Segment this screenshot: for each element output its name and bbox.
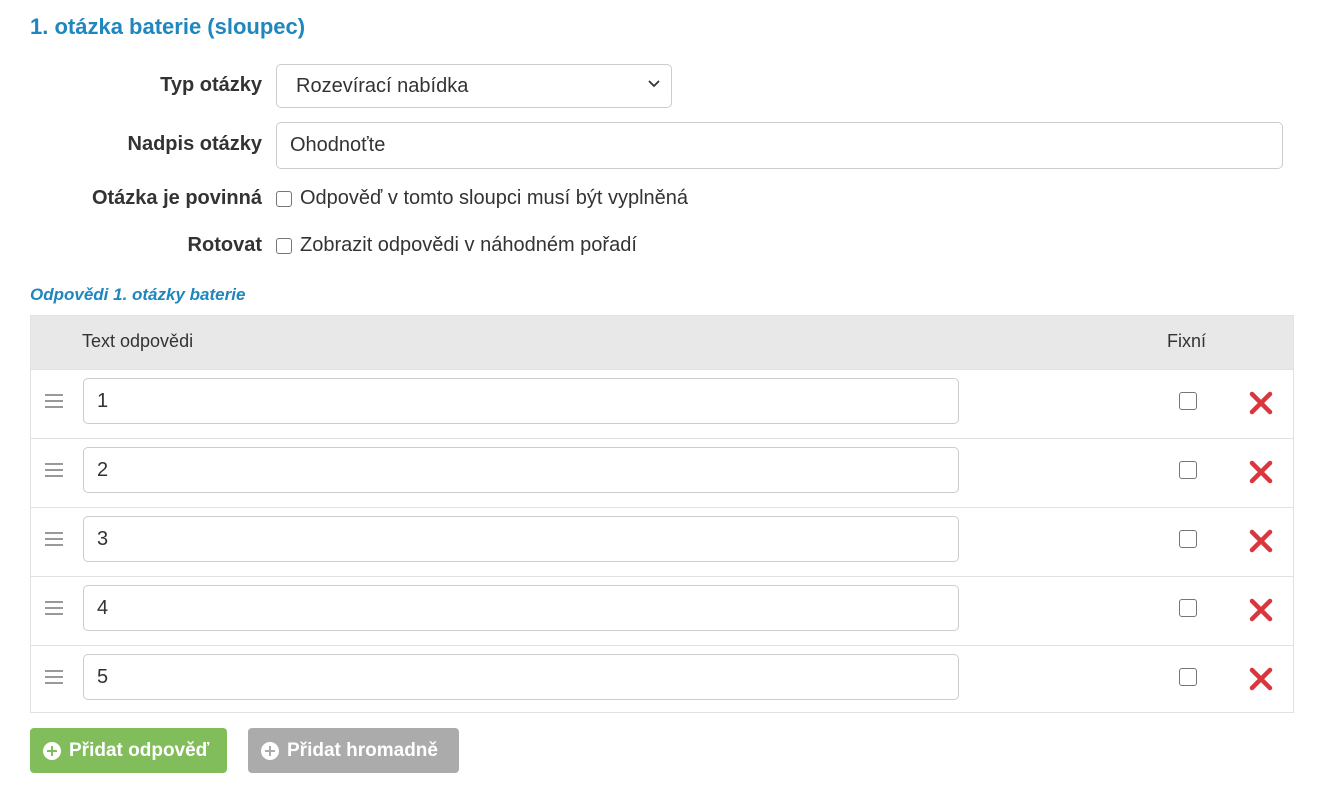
- rotate-option[interactable]: Zobrazit odpovědi v náhodném pořadí: [276, 234, 637, 257]
- answers-table: Text odpovědi Fixní 1 2 3 4 5: [30, 315, 1294, 713]
- rotate-label: Rotovat: [187, 234, 262, 256]
- answer-input[interactable]: 2: [83, 447, 959, 493]
- fixed-checkbox[interactable]: [1179, 599, 1197, 617]
- answer-input[interactable]: 1: [83, 378, 959, 424]
- question-caption-input[interactable]: Ohodnoťte: [276, 122, 1283, 169]
- table-row: 5: [31, 645, 1293, 714]
- drag-handle-icon[interactable]: [45, 670, 63, 684]
- answer-value: 1: [97, 389, 109, 412]
- answer-input[interactable]: 4: [83, 585, 959, 631]
- answer-input[interactable]: 3: [83, 516, 959, 562]
- column-header-text: Text odpovědi: [82, 331, 194, 351]
- answer-value: 4: [97, 596, 109, 619]
- table-row: 4: [31, 576, 1293, 645]
- table-row: 2: [31, 438, 1293, 507]
- delete-icon[interactable]: [1248, 459, 1274, 485]
- fixed-checkbox[interactable]: [1179, 668, 1197, 686]
- column-header-fixed: Fixní: [1167, 331, 1207, 351]
- drag-handle-icon[interactable]: [45, 601, 63, 615]
- rotate-text: Zobrazit odpovědi v náhodném pořadí: [300, 234, 637, 256]
- fixed-checkbox[interactable]: [1179, 392, 1197, 410]
- caption-label: Nadpis otázky: [127, 133, 262, 155]
- table-header: Text odpovědi Fixní: [31, 316, 1293, 369]
- delete-icon[interactable]: [1248, 597, 1274, 623]
- rotate-checkbox[interactable]: [276, 237, 292, 254]
- answer-input[interactable]: 5: [83, 654, 959, 700]
- chevron-down-icon: [648, 80, 660, 88]
- answers-title: Odpovědi 1. otázky baterie: [30, 285, 246, 304]
- required-option[interactable]: Odpověď v tomto sloupci musí být vyplněn…: [276, 187, 688, 210]
- drag-handle-icon[interactable]: [45, 532, 63, 546]
- drag-handle-icon[interactable]: [45, 394, 63, 408]
- question-caption-value: Ohodnoťte: [290, 134, 386, 156]
- question-type-value: Rozevírací nabídka: [296, 74, 469, 97]
- delete-icon[interactable]: [1248, 390, 1274, 416]
- delete-icon[interactable]: [1248, 528, 1274, 554]
- add-bulk-button[interactable]: Přidat hromadně: [248, 728, 459, 773]
- table-row: 1: [31, 369, 1293, 438]
- section-title: 1. otázka baterie (sloupec): [30, 14, 306, 39]
- fixed-checkbox[interactable]: [1179, 530, 1197, 548]
- delete-icon[interactable]: [1248, 666, 1274, 692]
- table-row: 3: [31, 507, 1293, 576]
- drag-handle-icon[interactable]: [45, 463, 63, 477]
- add-bulk-label: Přidat hromadně: [287, 739, 438, 761]
- answer-value: 5: [97, 665, 109, 688]
- required-label: Otázka je povinná: [91, 187, 262, 209]
- required-text: Odpověď v tomto sloupci musí být vyplněn…: [300, 187, 689, 209]
- fixed-checkbox[interactable]: [1179, 461, 1197, 479]
- type-label: Typ otázky: [160, 74, 262, 96]
- add-answer-label: Přidat odpověď: [69, 739, 210, 761]
- plus-circle-icon: [261, 741, 279, 760]
- add-answer-button[interactable]: Přidat odpověď: [30, 728, 227, 773]
- answer-value: 2: [97, 458, 109, 481]
- plus-circle-icon: [43, 741, 61, 760]
- question-type-select[interactable]: Rozevírací nabídka: [276, 64, 672, 108]
- required-checkbox[interactable]: [276, 190, 292, 207]
- answer-value: 3: [97, 527, 109, 550]
